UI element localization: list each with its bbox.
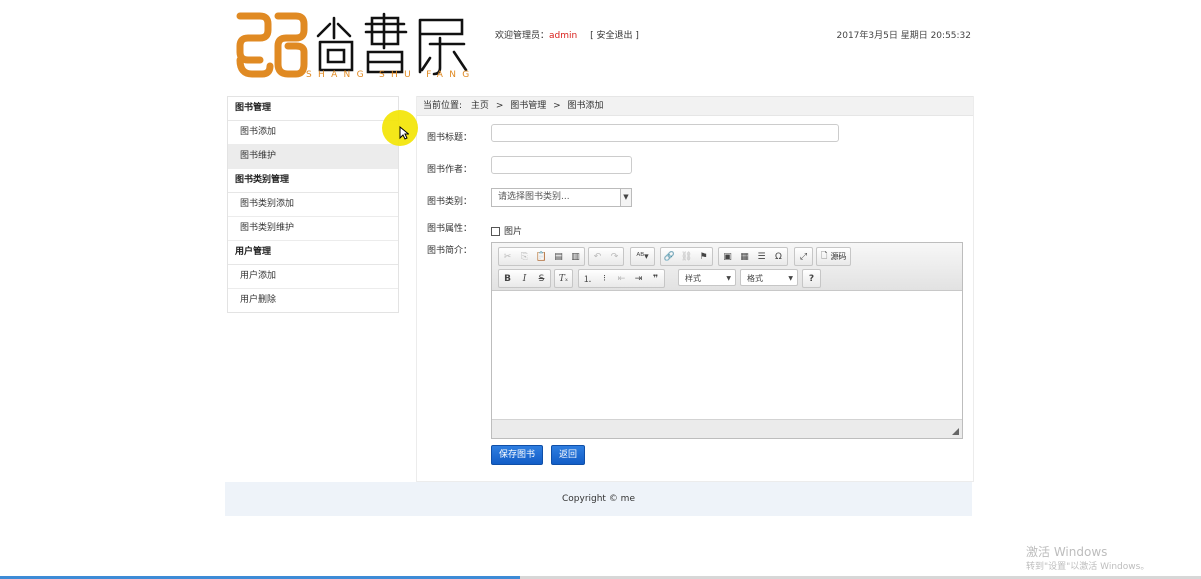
strikethrough-icon[interactable]: S bbox=[533, 270, 550, 287]
remove-format-icon[interactable]: Tₓ bbox=[555, 270, 572, 287]
author-label: 图书作者： bbox=[427, 165, 473, 175]
source-label: 源码 bbox=[830, 252, 847, 261]
resize-handle-icon[interactable] bbox=[952, 428, 959, 435]
logo-subtitle: SHANG SHU FANG bbox=[306, 70, 476, 80]
mouse-pointer-icon bbox=[399, 126, 409, 140]
property-label: 图书属性： bbox=[427, 224, 473, 234]
link-icon[interactable]: 🔗 bbox=[661, 248, 678, 265]
editor-content-area[interactable] bbox=[492, 291, 962, 417]
help-group: ? bbox=[802, 269, 821, 288]
source-group: 🗋 源码 bbox=[816, 247, 852, 266]
chevron-down-icon: ▼ bbox=[788, 275, 793, 282]
spellcheck-icon[interactable]: ᴬᴮ▾ bbox=[631, 248, 654, 265]
text-style-group: B I S bbox=[498, 269, 551, 288]
format-label: 格式 bbox=[747, 274, 763, 283]
breadcrumb-separator: > bbox=[553, 101, 561, 111]
sidebar-item-maintain-categories[interactable]: 图书类别维护 bbox=[228, 217, 398, 241]
sidebar-item-add-book[interactable]: 图书添加 bbox=[228, 121, 398, 145]
outdent-icon[interactable]: ⇤ bbox=[613, 270, 630, 287]
source-doc-icon: 🗋 bbox=[821, 250, 828, 260]
redo-icon[interactable]: ↷ bbox=[606, 248, 623, 265]
indent-icon[interactable]: ⇥ bbox=[630, 270, 647, 287]
blockquote-icon[interactable]: ❞ bbox=[647, 270, 664, 287]
paste-icon[interactable]: 📋 bbox=[533, 248, 550, 265]
username: admin bbox=[549, 31, 578, 41]
windows-activation-watermark: 激活 Windows 转到"设置"以激活 Windows。 bbox=[1026, 545, 1149, 575]
image-checkbox[interactable] bbox=[491, 227, 500, 236]
unlink-icon[interactable]: ⛓ bbox=[678, 248, 695, 265]
property-image-option[interactable]: 图片 bbox=[491, 224, 522, 237]
watermark-title: 激活 Windows bbox=[1026, 545, 1108, 559]
format-dropdown[interactable]: 格式 ▼ bbox=[740, 269, 798, 286]
watermark-subtitle: 转到"设置"以激活 Windows。 bbox=[1026, 562, 1150, 572]
help-icon[interactable]: ? bbox=[803, 270, 820, 287]
clear-format-group: Tₓ bbox=[554, 269, 573, 288]
undo-group: ↶ ↷ bbox=[588, 247, 624, 266]
summary-label: 图书简介： bbox=[427, 246, 473, 256]
numbered-list-icon[interactable]: ⒈ bbox=[579, 270, 596, 287]
rich-text-editor: ✂ ⎘ 📋 ▤ ▥ ↶ ↷ ᴬᴮ▾ 🔗 ⛓ ⚑ ▣ ▦ ☰ Ω ⤢ 🗋 源码 B… bbox=[491, 242, 963, 439]
styles-dropdown[interactable]: 样式 ▼ bbox=[678, 269, 736, 286]
category-select[interactable]: 请选择图书类别... ▼ bbox=[491, 188, 632, 207]
sidebar-item-add-user[interactable]: 用户添加 bbox=[228, 265, 398, 289]
breadcrumb-books[interactable]: 图书管理 bbox=[510, 101, 546, 111]
footer-copyright: Copyright © me bbox=[225, 482, 972, 516]
welcome-message: 欢迎管理员：admin [ 安全退出 ] bbox=[495, 28, 639, 41]
maximize-icon[interactable]: ⤢ bbox=[795, 248, 812, 265]
styles-label: 样式 bbox=[685, 274, 701, 283]
spellcheck-group: ᴬᴮ▾ bbox=[630, 247, 655, 266]
sidebar-item-delete-user[interactable]: 用户删除 bbox=[228, 289, 398, 312]
bulleted-list-icon[interactable]: ⁝ bbox=[596, 270, 613, 287]
breadcrumb-home[interactable]: 主页 bbox=[471, 101, 489, 111]
list-group: ⒈ ⁝ ⇤ ⇥ ❞ bbox=[578, 269, 665, 288]
sidebar-group-users: 用户管理 bbox=[228, 241, 398, 265]
author-input[interactable] bbox=[491, 156, 632, 174]
link-group: 🔗 ⛓ ⚑ bbox=[660, 247, 713, 266]
title-input[interactable] bbox=[491, 124, 839, 142]
category-selected-value: 请选择图书类别... bbox=[498, 192, 570, 202]
editor-status-bar bbox=[492, 419, 962, 438]
chevron-down-icon: ▼ bbox=[620, 189, 631, 206]
image-checkbox-label: 图片 bbox=[504, 227, 523, 237]
chevron-down-icon: ▼ bbox=[726, 275, 731, 282]
copy-icon[interactable]: ⎘ bbox=[516, 248, 533, 265]
logout-link[interactable]: [ 安全退出 ] bbox=[590, 31, 639, 41]
breadcrumb-current: 图书添加 bbox=[567, 101, 604, 111]
save-book-button[interactable]: 保存图书 bbox=[491, 445, 544, 465]
category-label: 图书类别： bbox=[427, 197, 473, 207]
sidebar-item-maintain-books[interactable]: 图书维护 bbox=[228, 145, 398, 169]
clipboard-group: ✂ ⎘ 📋 ▤ ▥ bbox=[498, 247, 585, 266]
italic-icon[interactable]: I bbox=[516, 270, 533, 287]
cut-icon[interactable]: ✂ bbox=[499, 248, 516, 265]
sidebar-group-categories: 图书类别管理 bbox=[228, 169, 398, 193]
datetime-display: 2017年3月5日 星期日 20:55:32 bbox=[836, 31, 972, 41]
welcome-prefix: 欢迎管理员： bbox=[495, 31, 550, 41]
anchor-flag-icon[interactable]: ⚑ bbox=[695, 248, 712, 265]
editor-toolbar: ✂ ⎘ 📋 ▤ ▥ ↶ ↷ ᴬᴮ▾ 🔗 ⛓ ⚑ ▣ ▦ ☰ Ω ⤢ 🗋 源码 B… bbox=[492, 243, 962, 291]
breadcrumb: 当前位置: 主页 > 图书管理 > 图书添加 bbox=[417, 96, 973, 116]
sidebar-item-add-category[interactable]: 图书类别添加 bbox=[228, 193, 398, 217]
source-button[interactable]: 🗋 源码 bbox=[817, 250, 850, 264]
breadcrumb-prefix: 当前位置: bbox=[423, 101, 463, 111]
horizontal-line-icon[interactable]: ☰ bbox=[753, 248, 770, 265]
sidebar-group-books: 图书管理 bbox=[228, 97, 398, 121]
title-label: 图书标题： bbox=[427, 133, 473, 143]
breadcrumb-separator: > bbox=[495, 101, 504, 111]
sidebar: 图书管理 图书添加 图书维护 图书类别管理 图书类别添加 图书类别维护 用户管理… bbox=[227, 96, 399, 313]
undo-icon[interactable]: ↶ bbox=[589, 248, 606, 265]
paste-word-icon[interactable]: ▥ bbox=[567, 248, 584, 265]
paste-text-icon[interactable]: ▤ bbox=[550, 248, 567, 265]
image-icon[interactable]: ▣ bbox=[719, 248, 736, 265]
insert-group: ▣ ▦ ☰ Ω bbox=[718, 247, 788, 266]
back-button[interactable]: 返回 bbox=[551, 445, 586, 465]
main-panel: 当前位置: 主页 > 图书管理 > 图书添加 图书标题： 图书作者： 图书类别：… bbox=[416, 96, 974, 482]
maximize-group: ⤢ bbox=[794, 247, 813, 266]
table-icon[interactable]: ▦ bbox=[736, 248, 753, 265]
bold-icon[interactable]: B bbox=[499, 270, 516, 287]
special-char-icon[interactable]: Ω bbox=[770, 248, 787, 265]
